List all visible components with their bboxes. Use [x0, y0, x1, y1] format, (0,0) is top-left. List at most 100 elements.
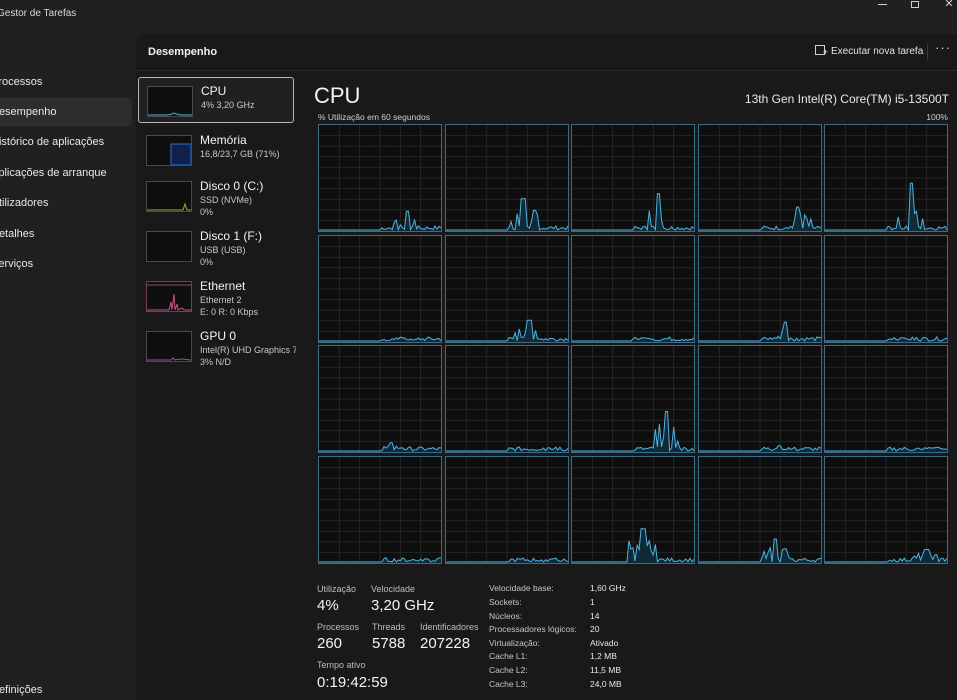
resource-name: CPU [201, 84, 227, 98]
resource-detail: USB (USB) [200, 245, 246, 255]
memory-thumbnail-graph [146, 135, 192, 166]
core-graph [444, 455, 569, 564]
sidebar-nav: Processos Desempenho Histórico de aplica… [0, 34, 136, 700]
speed-label: Velocidade [371, 584, 416, 594]
resource-name: Memória [200, 133, 247, 147]
resource-disk-0[interactable]: Disco 0 (C:) SSD (NVMe) 0% [138, 173, 294, 219]
resource-gpu-0[interactable]: GPU 0 Intel(R) UHD Graphics 770 3% N/D [138, 323, 296, 369]
core-graph [444, 124, 569, 232]
spec-value: 1 [590, 597, 595, 607]
nav-item-startup-apps[interactable]: Aplicações de arranque [0, 159, 132, 187]
header-divider [927, 44, 928, 60]
core-graph [318, 124, 442, 232]
performance-panel: Desempenho Executar nova tarefa ··· CPU … [136, 34, 957, 700]
nav-item-details[interactable]: Detalhes [0, 220, 132, 248]
uptime-value: 0:19:42:59 [317, 674, 388, 691]
resource-cpu[interactable]: CPU 4% 3,20 GHz [138, 77, 294, 123]
spec-label: Sockets: [489, 597, 522, 607]
resource-detail: Ethernet 2 [200, 295, 242, 305]
resource-ethernet[interactable]: Ethernet Ethernet 2 E: 0 R: 0 Kbps [138, 273, 294, 319]
core-graph [824, 455, 948, 564]
more-options-button[interactable]: ··· [935, 40, 951, 55]
nav-item-settings[interactable]: Definições [0, 676, 132, 700]
core-graph [697, 124, 822, 232]
core-graph [318, 234, 442, 343]
handles-label: Identificadores [420, 622, 479, 632]
spec-value: 1,60 GHz [590, 583, 626, 593]
speed-value: 3,20 GHz [371, 597, 435, 614]
threads-label: Threads [372, 622, 406, 632]
ethernet-thumbnail-graph [146, 281, 192, 312]
spec-value: 14 [590, 611, 600, 621]
resource-detail: 4% 3,20 GHz [201, 100, 255, 110]
handles-value: 207228 [420, 635, 471, 652]
maximize-button[interactable] [898, 0, 932, 12]
resource-name: Disco 1 (F:) [200, 229, 263, 243]
resource-usage: E: 0 R: 0 Kbps [200, 307, 259, 317]
resource-usage: 0% [200, 257, 214, 267]
close-icon: ✕ [944, 0, 954, 10]
close-button[interactable]: ✕ [932, 0, 957, 12]
nav-item-services[interactable]: Serviços [0, 250, 132, 278]
resource-disk-1[interactable]: Disco 1 (F:) USB (USB) 0% [138, 223, 294, 269]
resource-usage: 0% [200, 207, 214, 217]
resource-memory[interactable]: Memória 16,8/23,7 GB (71%) [138, 127, 294, 173]
spec-value: 1,2 MB [590, 651, 617, 661]
resource-detail: SSD (NVMe) [200, 195, 253, 205]
utilization-value: 4% [317, 597, 339, 614]
spec-label: Cache L2: [489, 665, 528, 675]
cpu-model-name: 13th Gen Intel(R) Core(TM) i5-13500T [744, 92, 949, 106]
content-header: Desempenho Executar nova tarefa ··· [136, 34, 957, 71]
spec-value: Ativado [590, 638, 619, 648]
core-graph [444, 345, 569, 453]
spec-value: 24,0 MB [590, 679, 622, 689]
core-graph [444, 234, 569, 343]
graph-max-label: 100% [926, 112, 948, 122]
nav-item-processes[interactable]: Processos [0, 68, 132, 96]
threads-value: 5788 [372, 635, 406, 652]
spec-label: Núcleos: [489, 611, 523, 621]
graph-caption: % Utilização em 60 segundos [318, 112, 430, 122]
resource-name: Disco 0 (C:) [200, 179, 264, 193]
core-graph [571, 455, 695, 564]
core-graph [824, 124, 948, 232]
spec-value: 20 [590, 624, 600, 634]
maximize-icon [911, 0, 919, 8]
nav-item-performance[interactable]: Desempenho [0, 98, 132, 126]
minimize-button[interactable] [865, 0, 899, 12]
title-bar: Gestor de Tarefas ✕ [0, 0, 957, 34]
spec-label: Cache L3: [489, 679, 528, 689]
detail-title: CPU [314, 83, 361, 108]
disk-0-thumbnail-graph [146, 181, 192, 212]
utilization-label: Utilização [317, 584, 357, 594]
page-title: Desempenho [148, 46, 218, 58]
core-graph [697, 345, 822, 453]
resource-detail: 16,8/23,7 GB (71%) [200, 149, 280, 159]
uptime-label: Tempo ativo [317, 660, 366, 670]
spec-label: Cache L1: [489, 651, 528, 661]
core-graph [571, 124, 695, 232]
spec-label: Virtualização: [489, 638, 540, 648]
core-graph [697, 234, 822, 343]
nav-item-users[interactable]: Utilizadores [0, 189, 132, 217]
run-task-label: Executar nova tarefa [831, 46, 924, 57]
processes-label: Processos [317, 622, 360, 632]
core-graph [318, 345, 442, 453]
core-graph [824, 234, 948, 343]
run-new-task-button[interactable]: Executar nova tarefa [815, 44, 923, 60]
resource-name: Ethernet [200, 279, 246, 293]
cpu-thumbnail-graph [147, 86, 193, 117]
minimize-icon [877, 3, 887, 5]
window-title: Gestor de Tarefas [0, 8, 77, 19]
run-task-icon [815, 44, 828, 60]
resource-usage: 3% N/D [200, 357, 232, 367]
spec-label: Processadores lógicos: [489, 624, 577, 634]
core-graph [697, 455, 822, 564]
resource-name: GPU 0 [200, 329, 237, 343]
core-graph [571, 345, 695, 453]
resource-detail: Intel(R) UHD Graphics 770 [200, 345, 296, 355]
gpu-thumbnail-graph [146, 331, 192, 362]
nav-item-app-history[interactable]: Histórico de aplicações [0, 128, 132, 156]
disk-1-thumbnail-graph [146, 231, 192, 262]
core-graph [824, 345, 948, 453]
